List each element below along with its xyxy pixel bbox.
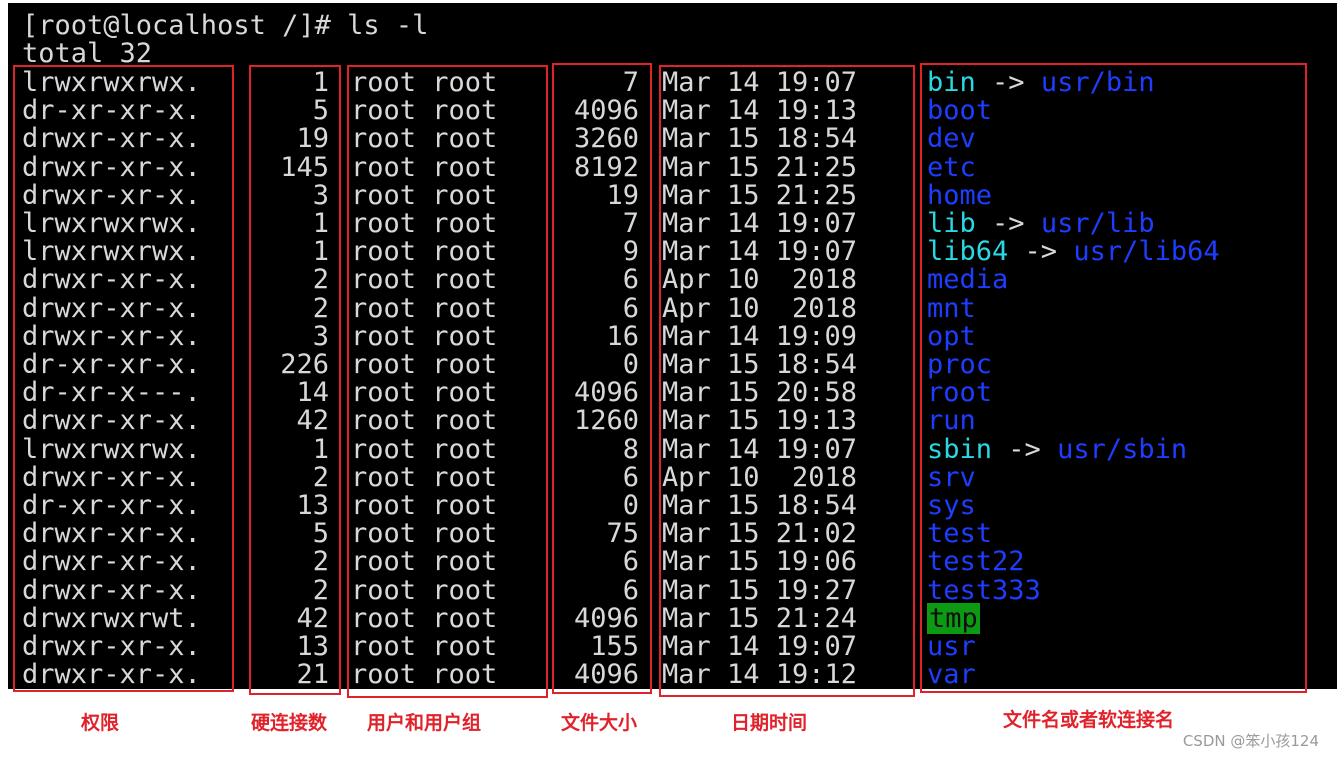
watermark: CSDN @笨小孩124 <box>1182 732 1319 750</box>
hard-links-column-box <box>249 65 341 695</box>
hard-links-label: 硬连接数 <box>251 712 328 734</box>
file-name-label: 文件名或者软连接名 <box>1003 709 1175 731</box>
permissions-column-box <box>13 65 234 692</box>
permissions-label: 权限 <box>81 712 120 734</box>
date-time-column-box <box>659 65 915 697</box>
total-line: total 32 <box>22 38 153 69</box>
date-time-label: 日期时间 <box>731 712 808 734</box>
command-prompt-line: [root@localhost /]# ls -l <box>22 10 429 41</box>
file-size-label: 文件大小 <box>561 712 638 734</box>
file-size-column-box <box>552 63 652 694</box>
file-name-column-box <box>920 63 1307 693</box>
user-group-label: 用户和用户组 <box>367 712 482 734</box>
user-group-column-box <box>347 65 548 698</box>
